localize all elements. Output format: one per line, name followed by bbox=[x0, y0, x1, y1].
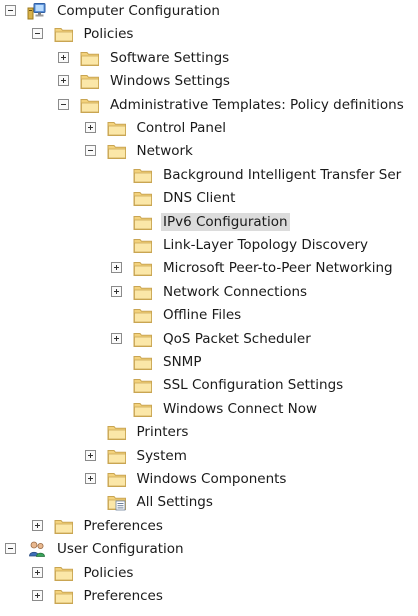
tree-item-label: Preferences bbox=[83, 517, 163, 534]
tree-item-label: SSL Configuration Settings bbox=[163, 377, 344, 394]
policy-tree: Computer Configuration Policies Software S… bbox=[0, 0, 418, 616]
collapse-icon[interactable] bbox=[84, 145, 96, 157]
folder-icon bbox=[54, 25, 74, 43]
tree-item-label: User Configuration bbox=[57, 541, 184, 558]
expand-icon[interactable] bbox=[111, 332, 122, 344]
tree-item-offline-files[interactable]: Offline Files bbox=[0, 305, 418, 325]
folder-icon bbox=[107, 142, 127, 160]
tree-item-label: Windows Components bbox=[136, 471, 287, 487]
tree-item-windows-components[interactable]: Windows Components bbox=[0, 469, 418, 489]
tree-item-windows-settings[interactable]: Windows Settings bbox=[0, 71, 418, 91]
folder-icon bbox=[133, 283, 153, 301]
folder-icon bbox=[133, 213, 153, 231]
tree-item-all-settings[interactable]: All Settings bbox=[0, 492, 418, 512]
folder-icon bbox=[133, 353, 153, 371]
tree-item-label: Network bbox=[136, 143, 193, 160]
tree-item-label: Microsoft Peer-to-Peer Networking bbox=[163, 260, 393, 277]
tree-item-network[interactable]: Network bbox=[0, 141, 418, 161]
collapse-icon[interactable] bbox=[5, 5, 16, 16]
tree-item-label: SNMP bbox=[163, 354, 202, 370]
tree-item-system[interactable]: System bbox=[0, 446, 418, 466]
all-settings-icon bbox=[107, 493, 127, 511]
folder-icon bbox=[107, 119, 127, 137]
expand-icon[interactable] bbox=[31, 566, 43, 578]
tree-item-label: DNS Client bbox=[163, 190, 236, 207]
expand-icon[interactable] bbox=[58, 75, 69, 87]
expand-icon[interactable] bbox=[31, 590, 43, 601]
tree-item-snmp[interactable]: SNMP bbox=[0, 352, 418, 372]
folder-icon bbox=[54, 587, 74, 605]
tree-item-administrative-templates-policy-definitions[interactable]: Administrative Templates: Policy definit… bbox=[0, 95, 418, 115]
tree-item-label: Offline Files bbox=[163, 307, 242, 324]
tree-item-label: Control Panel bbox=[136, 120, 227, 136]
tree-item-label: All Settings bbox=[136, 494, 213, 511]
folder-icon bbox=[133, 189, 153, 207]
folder-icon bbox=[133, 236, 153, 254]
folder-icon bbox=[133, 306, 153, 324]
tree-item-label: IPv6 Configuration bbox=[161, 212, 290, 231]
expand-icon[interactable] bbox=[111, 285, 122, 297]
tree-item-user-configuration[interactable]: User Configuration bbox=[0, 539, 418, 559]
tree-item-policies[interactable]: Policies bbox=[0, 24, 418, 44]
tree-item-network-connections[interactable]: Network Connections bbox=[0, 282, 418, 302]
tree-item-microsoft-peer-to-peer-networking[interactable]: Microsoft Peer-to-Peer Networking bbox=[0, 258, 418, 278]
computer-icon bbox=[27, 2, 47, 20]
tree-item-label: Policies bbox=[83, 564, 134, 581]
expand-icon[interactable] bbox=[58, 51, 69, 63]
expand-icon[interactable] bbox=[84, 122, 96, 133]
folder-icon bbox=[133, 259, 153, 277]
tree-item-printers[interactable]: Printers bbox=[0, 422, 418, 442]
collapse-icon[interactable] bbox=[31, 28, 43, 40]
tree-item-label: Preferences bbox=[83, 588, 163, 604]
folder-icon bbox=[80, 72, 100, 90]
tree-item-windows-connect-now[interactable]: Windows Connect Now bbox=[0, 399, 418, 419]
expand-icon[interactable] bbox=[31, 519, 43, 531]
tree-item-label: Link-Layer Topology Discovery bbox=[163, 237, 369, 253]
folder-icon bbox=[80, 49, 100, 67]
tree-item-label: Background Intelligent Transfer Ser bbox=[163, 166, 402, 183]
expand-icon[interactable] bbox=[84, 449, 96, 461]
tree-item-policies[interactable]: Policies bbox=[0, 563, 418, 583]
tree-item-link-layer-topology-discovery[interactable]: Link-Layer Topology Discovery bbox=[0, 235, 418, 255]
folder-icon bbox=[80, 96, 100, 114]
tree-item-ipv6-configuration[interactable]: IPv6 Configuration bbox=[0, 212, 418, 232]
tree-item-software-settings[interactable]: Software Settings bbox=[0, 48, 418, 68]
tree-item-computer-configuration[interactable]: Computer Configuration bbox=[0, 1, 418, 21]
folder-icon bbox=[133, 376, 153, 394]
folder-icon bbox=[107, 447, 127, 465]
folder-icon bbox=[54, 564, 74, 582]
tree-item-qos-packet-scheduler[interactable]: QoS Packet Scheduler bbox=[0, 329, 418, 349]
tree-item-preferences[interactable]: Preferences bbox=[0, 586, 418, 606]
tree-item-label: QoS Packet Scheduler bbox=[163, 330, 311, 347]
tree-item-preferences[interactable]: Preferences bbox=[0, 516, 418, 536]
tree-item-label: System bbox=[136, 447, 187, 464]
tree-item-label: Computer Configuration bbox=[57, 3, 220, 19]
tree-item-label: Policies bbox=[83, 26, 134, 43]
collapse-icon[interactable] bbox=[5, 543, 16, 555]
tree-item-dns-client[interactable]: DNS Client bbox=[0, 188, 418, 208]
tree-item-label: Windows Settings bbox=[110, 73, 230, 90]
tree-item-control-panel[interactable]: Control Panel bbox=[0, 118, 418, 138]
user-icon bbox=[27, 540, 47, 558]
tree-item-label: Administrative Templates: Policy definit… bbox=[110, 96, 404, 113]
folder-icon bbox=[107, 470, 127, 488]
tree-item-label: Printers bbox=[136, 424, 189, 441]
tree-item-label: Network Connections bbox=[163, 283, 308, 300]
tree-item-label: Windows Connect Now bbox=[163, 400, 318, 417]
collapse-icon[interactable] bbox=[58, 98, 69, 110]
tree-item-background-intelligent-transfer-ser[interactable]: Background Intelligent Transfer Ser bbox=[0, 165, 418, 185]
folder-icon bbox=[133, 330, 153, 348]
folder-icon bbox=[133, 400, 153, 418]
folder-icon bbox=[133, 166, 153, 184]
expand-icon[interactable] bbox=[84, 473, 96, 484]
tree-item-ssl-configuration-settings[interactable]: SSL Configuration Settings bbox=[0, 375, 418, 395]
tree-item-label: Software Settings bbox=[110, 49, 230, 66]
folder-icon bbox=[107, 423, 127, 441]
folder-icon bbox=[54, 517, 74, 535]
expand-icon[interactable] bbox=[111, 262, 122, 274]
